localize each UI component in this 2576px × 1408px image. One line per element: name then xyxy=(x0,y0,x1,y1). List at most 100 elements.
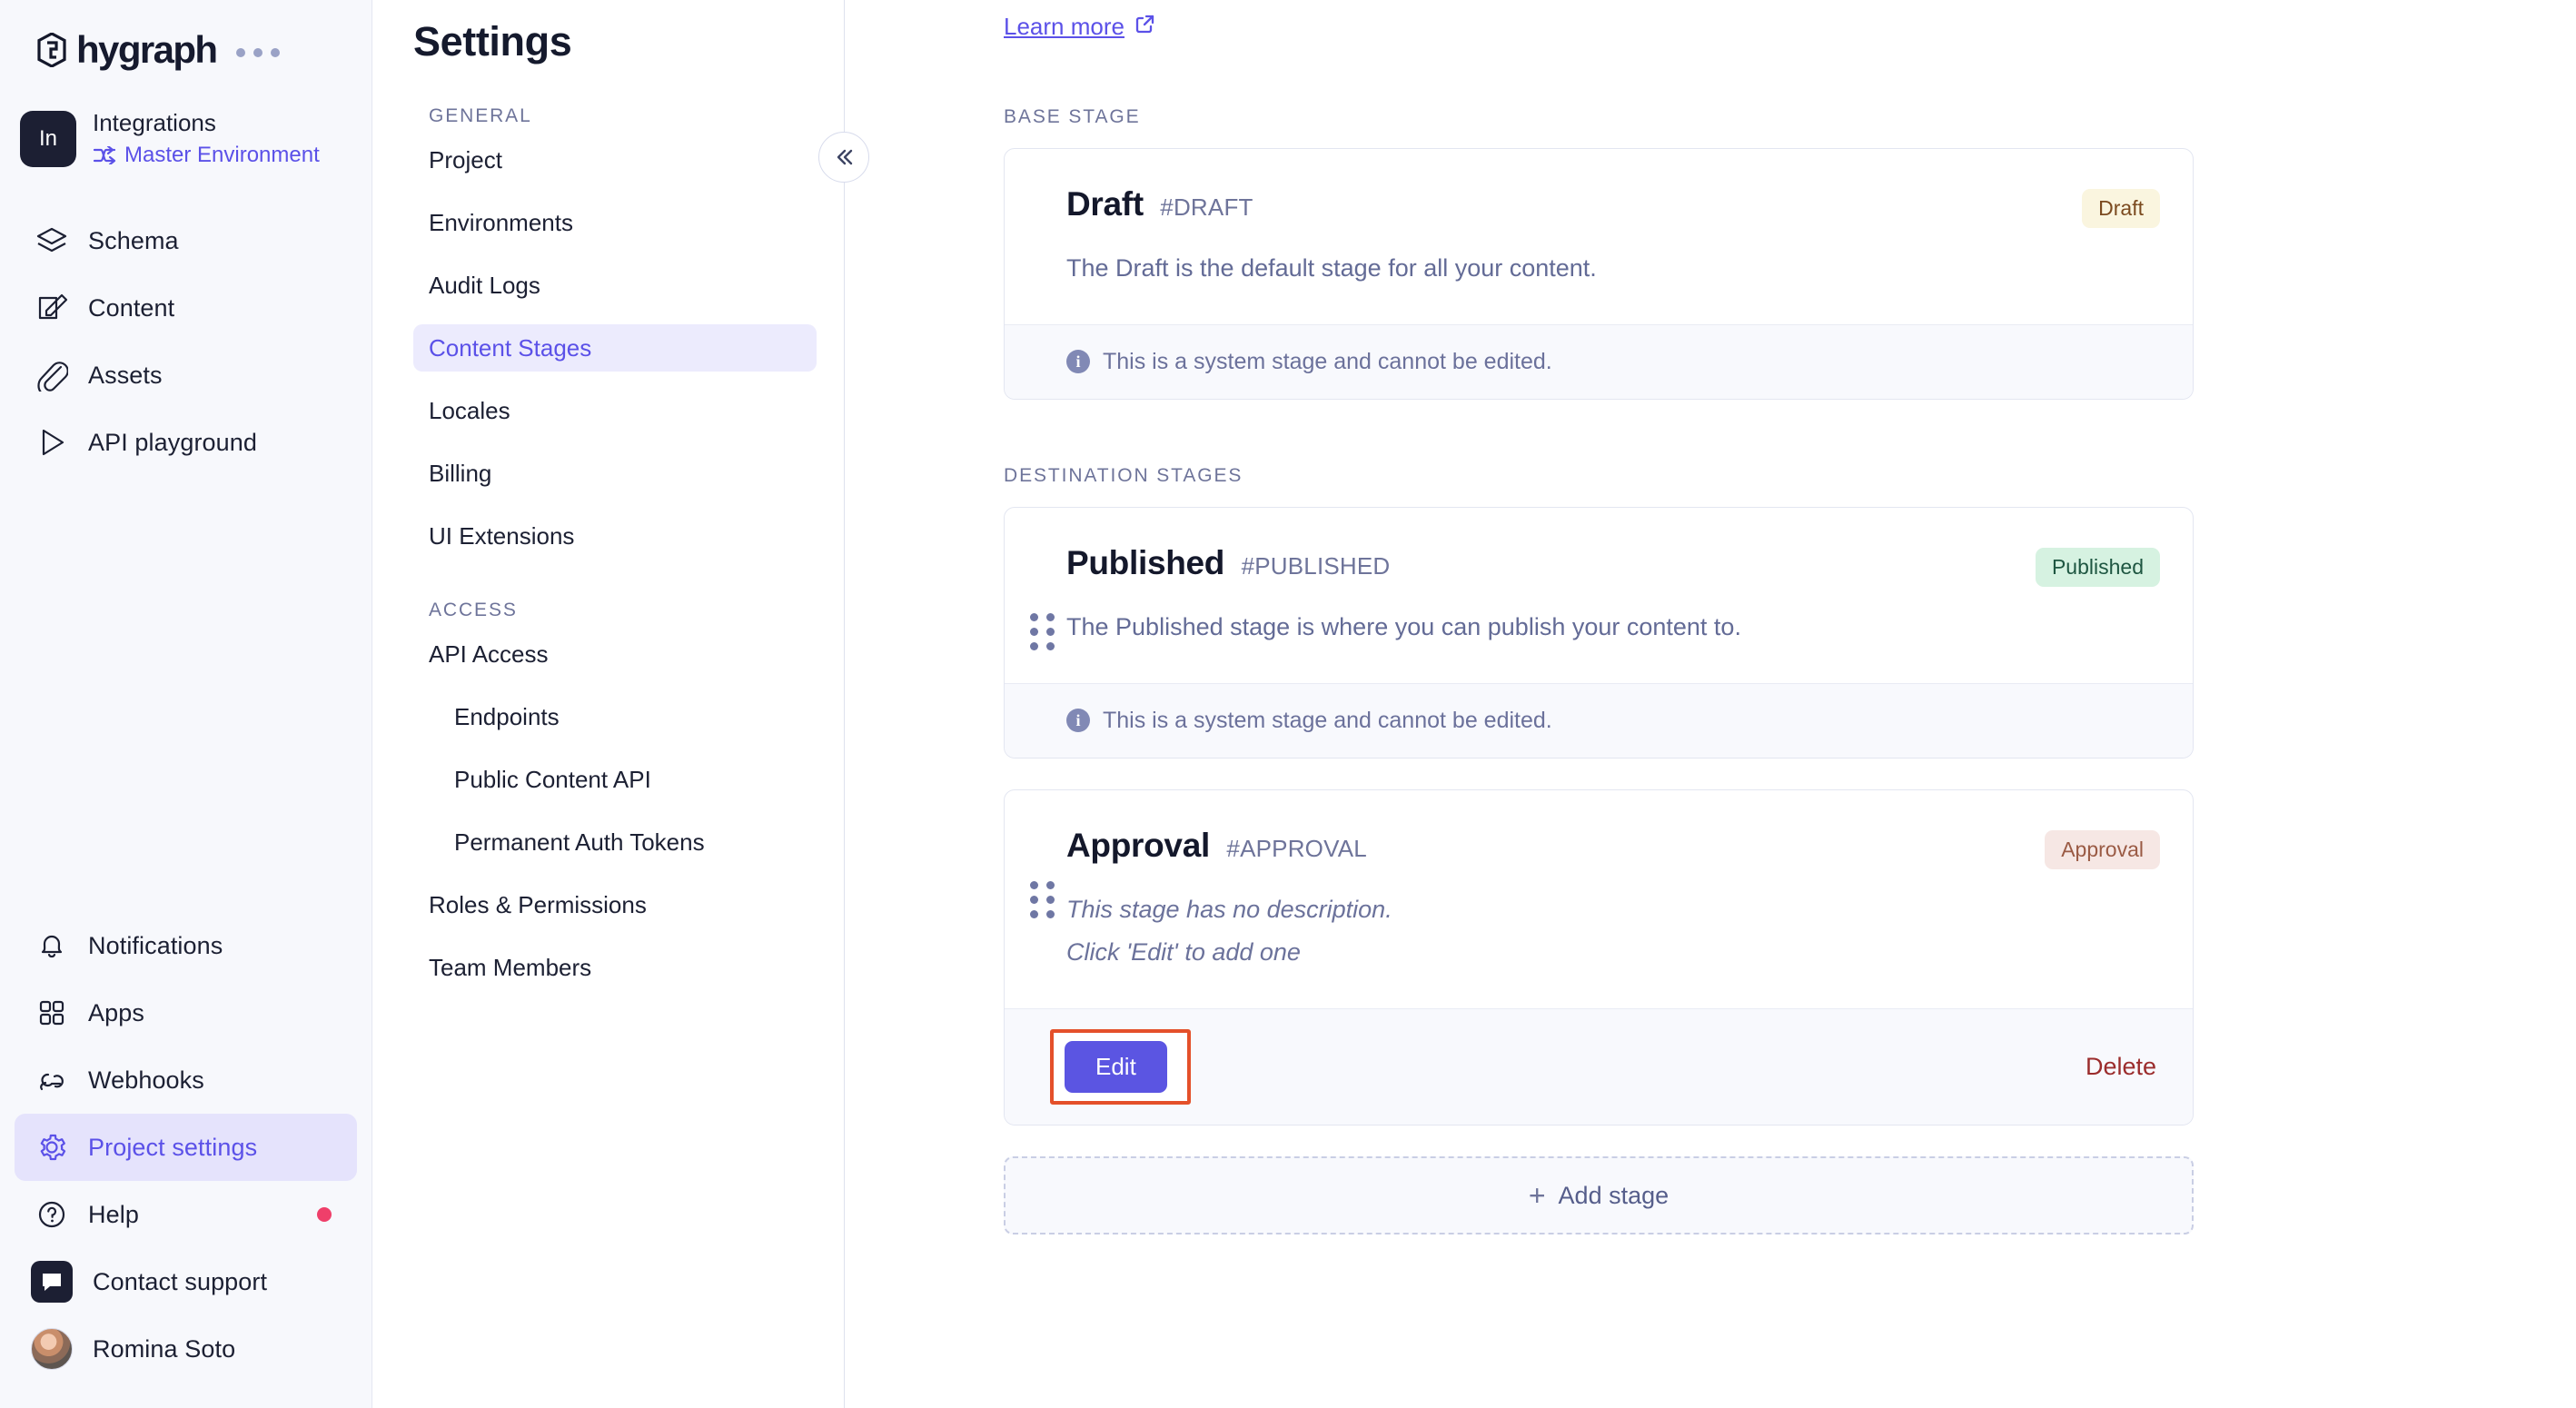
left-sidebar: hygraph In Integrations Master Environme… xyxy=(0,0,372,1408)
settings-item-project[interactable]: Project xyxy=(413,136,817,183)
sidebar-item-label: Schema xyxy=(88,226,179,254)
status-badge: Published xyxy=(2035,547,2160,587)
add-stage-label: Add stage xyxy=(1558,1181,1669,1209)
system-stage-note: i This is a system stage and cannot be e… xyxy=(1066,349,1552,375)
sidebar-item-api-playground[interactable]: API playground xyxy=(15,409,357,476)
drag-handle-icon[interactable] xyxy=(1030,612,1055,650)
hygraph-logo-icon xyxy=(36,32,67,68)
edit-button-highlight: Edit xyxy=(1050,1029,1191,1106)
stage-name: Published xyxy=(1066,543,1225,581)
project-switcher[interactable]: In Integrations Master Environment xyxy=(0,109,372,169)
sidebar-item-contact-support[interactable]: Contact support xyxy=(15,1248,357,1315)
learn-more-label: Learn more xyxy=(1004,13,1125,40)
destination-stages-heading: DESTINATION STAGES xyxy=(1004,464,1243,486)
sidebar-item-label: API playground xyxy=(88,428,258,456)
branch-icon xyxy=(93,144,116,166)
stage-title-group: Approval #APPROVAL xyxy=(1066,827,1367,865)
brand-name: hygraph xyxy=(76,28,218,71)
user-name: Romina Soto xyxy=(93,1334,236,1363)
settings-item-endpoints[interactable]: Endpoints xyxy=(413,693,817,740)
ellipsis-icon[interactable] xyxy=(236,48,281,57)
stage-title-row: Published #PUBLISHED Published xyxy=(1066,544,2160,587)
stage-card-draft: Draft #DRAFT Draft The Draft is the defa… xyxy=(1004,148,2194,400)
sidebar-item-label: Contact support xyxy=(93,1267,268,1295)
question-circle-icon xyxy=(35,1198,68,1231)
settings-item-public-content-api[interactable]: Public Content API xyxy=(413,756,817,803)
stage-title-row: Draft #DRAFT Draft xyxy=(1066,185,2160,228)
learn-more-link[interactable]: Learn more xyxy=(1004,13,1156,41)
stage-name: Draft xyxy=(1066,185,1144,223)
secondary-nav-group: Notifications Apps Webhooks Project sett… xyxy=(0,912,372,1408)
settings-group-label-general: GENERAL xyxy=(429,105,532,126)
stage-card-body: Draft #DRAFT Draft The Draft is the defa… xyxy=(1005,149,2193,324)
settings-group-label-access: ACCESS xyxy=(429,600,518,620)
settings-item-content-stages[interactable]: Content Stages xyxy=(413,324,817,372)
sidebar-item-label: Content xyxy=(88,293,175,322)
environment-row[interactable]: Master Environment xyxy=(93,143,320,168)
stage-description-empty-line2: Click 'Edit' to add one xyxy=(1066,938,1301,967)
base-stage-heading: BASE STAGE xyxy=(1004,106,1141,127)
stage-description: The Draft is the default stage for all y… xyxy=(1066,254,1597,282)
sidebar-item-label: Assets xyxy=(88,361,163,389)
brand-row: hygraph xyxy=(0,0,372,71)
project-name: Integrations xyxy=(93,109,216,137)
settings-panel: Settings GENERAL Project Environments Au… xyxy=(372,0,869,1408)
settings-item-api-access[interactable]: API Access xyxy=(413,630,817,678)
info-icon: i xyxy=(1066,709,1090,733)
stage-card-footer: Edit Delete xyxy=(1005,1008,2193,1125)
stage-description-empty-line1: This stage has no description. xyxy=(1066,895,1392,923)
delete-button[interactable]: Delete xyxy=(2086,1053,2156,1081)
settings-item-audit-logs[interactable]: Audit Logs xyxy=(413,262,817,309)
sidebar-item-project-settings[interactable]: Project settings xyxy=(15,1114,357,1181)
project-meta: Integrations Master Environment xyxy=(93,109,320,168)
project-initials-avatar: In xyxy=(20,111,76,167)
chevron-double-left-icon[interactable] xyxy=(818,132,869,183)
stage-card-footer: i This is a system stage and cannot be e… xyxy=(1005,323,2193,399)
sidebar-item-schema[interactable]: Schema xyxy=(15,207,357,274)
settings-item-locales[interactable]: Locales xyxy=(413,387,817,434)
help-notification-dot xyxy=(317,1207,332,1222)
sidebar-item-user-profile[interactable]: Romina Soto xyxy=(15,1315,357,1383)
external-link-icon xyxy=(1134,13,1156,41)
info-icon: i xyxy=(1066,350,1090,374)
stage-name: Approval xyxy=(1066,826,1210,864)
stage-title-row: Approval #APPROVAL Approval xyxy=(1066,827,2160,869)
stage-card-approval: Approval #APPROVAL Approval This stage h… xyxy=(1004,788,2194,1126)
stage-title-group: Published #PUBLISHED xyxy=(1066,544,1390,582)
sidebar-item-content[interactable]: Content xyxy=(15,274,357,342)
main-content: Learn more BASE STAGE Draft #DRAFT Draft… xyxy=(845,0,2576,1408)
stage-description: The Published stage is where you can pub… xyxy=(1066,612,1741,640)
sidebar-item-label: Webhooks xyxy=(88,1066,204,1094)
add-stage-button[interactable]: + Add stage xyxy=(1004,1156,2194,1235)
stage-api-id: #APPROVAL xyxy=(1226,834,1367,862)
sidebar-item-assets[interactable]: Assets xyxy=(15,342,357,409)
chat-icon xyxy=(31,1261,73,1303)
status-badge: Approval xyxy=(2045,829,2160,869)
sidebar-item-webhooks[interactable]: Webhooks xyxy=(15,1046,357,1114)
stage-card-body: Approval #APPROVAL Approval This stage h… xyxy=(1005,790,2193,1009)
sidebar-item-apps[interactable]: Apps xyxy=(15,979,357,1046)
settings-item-billing[interactable]: Billing xyxy=(413,450,817,497)
stage-card-published: Published #PUBLISHED Published The Publi… xyxy=(1004,506,2194,759)
edit-button[interactable]: Edit xyxy=(1065,1041,1167,1094)
layers-icon xyxy=(35,224,68,257)
settings-item-ui-extensions[interactable]: UI Extensions xyxy=(413,512,817,560)
sidebar-item-label: Apps xyxy=(88,998,144,1026)
play-icon xyxy=(35,426,68,459)
system-stage-note: i This is a system stage and cannot be e… xyxy=(1066,708,1552,734)
status-badge: Draft xyxy=(2082,189,2160,228)
sidebar-item-help[interactable]: Help xyxy=(15,1181,357,1248)
sidebar-item-notifications[interactable]: Notifications xyxy=(15,912,357,979)
paperclip-icon xyxy=(35,359,69,398)
settings-item-permanent-auth-tokens[interactable]: Permanent Auth Tokens xyxy=(413,818,817,866)
bell-icon xyxy=(35,929,68,962)
settings-item-team-members[interactable]: Team Members xyxy=(413,944,817,991)
plus-icon: + xyxy=(1528,1179,1546,1213)
drag-handle-icon[interactable] xyxy=(1030,880,1055,918)
system-stage-note-text: This is a system stage and cannot be edi… xyxy=(1103,348,1552,374)
settings-item-environments[interactable]: Environments xyxy=(413,199,817,246)
sidebar-item-label: Project settings xyxy=(88,1133,258,1161)
stage-description-empty: This stage has no description. Click 'Ed… xyxy=(1066,893,2160,971)
sidebar-item-label: Help xyxy=(88,1200,139,1228)
settings-item-roles-permissions[interactable]: Roles & Permissions xyxy=(413,881,817,928)
